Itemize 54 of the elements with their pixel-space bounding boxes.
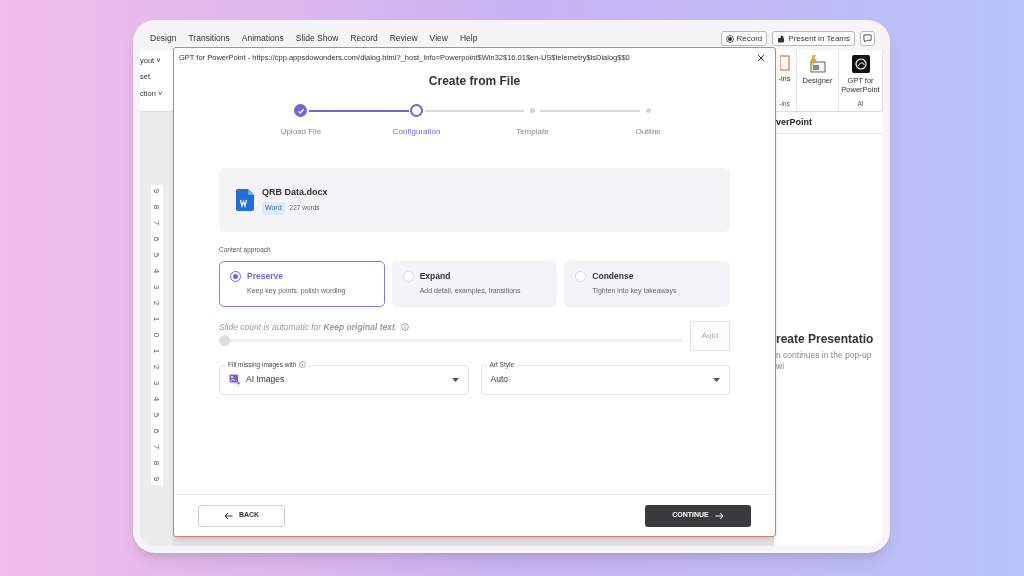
close-icon <box>757 53 765 62</box>
ruler-number: 4 <box>152 396 161 402</box>
step-label: Configuration <box>392 126 441 138</box>
ruler-number: 7 <box>152 220 161 226</box>
ruler-number: 9 <box>152 188 161 194</box>
radio-icon <box>575 270 587 282</box>
record-icon <box>725 34 734 43</box>
ruler-number: 5 <box>152 412 161 418</box>
comment-button[interactable] <box>860 31 875 46</box>
ruler-number: 3 <box>152 380 161 386</box>
menu-item[interactable]: Help <box>459 32 478 45</box>
arrow-left-icon <box>223 511 233 520</box>
arrow-right-icon <box>714 511 724 520</box>
radio-icon <box>402 270 414 282</box>
record-button[interactable]: Record <box>720 31 768 46</box>
teams-icon <box>777 34 786 43</box>
ruler-number: 2 <box>152 300 161 306</box>
word-document-icon <box>236 189 254 211</box>
menu-item[interactable]: Slide Show <box>295 32 339 45</box>
ruler-number: 2 <box>152 364 161 370</box>
ruler-number: 8 <box>152 460 161 466</box>
menu-item[interactable]: Animations <box>241 32 284 45</box>
add-ins-icon <box>779 55 790 71</box>
caret-icon <box>451 377 459 382</box>
designer-icon <box>808 55 827 73</box>
pane-note: n continues in the pop-up wi <box>776 350 873 372</box>
step-label: Outline <box>635 126 661 138</box>
ruler-number: 7 <box>152 444 161 450</box>
ruler-number: 5 <box>152 252 161 258</box>
ruler-number: 8 <box>152 204 161 210</box>
menu-item[interactable]: Review <box>389 32 418 45</box>
gpt-logo-icon <box>851 55 870 73</box>
ruler-number: 0 <box>152 332 161 338</box>
step-label: Template <box>516 126 549 138</box>
file-name: QRB Data.docx <box>262 185 328 199</box>
ruler-number: 1 <box>152 316 161 322</box>
menu-item[interactable]: View <box>429 32 448 45</box>
ruler-number: 3 <box>152 284 161 290</box>
ruler-number: 1 <box>152 348 161 354</box>
present-in-teams-button[interactable]: Present in Teams <box>772 31 855 46</box>
pane-heading: reate Presentatio <box>776 331 875 348</box>
ruler-number: 6 <box>152 428 161 434</box>
menu-item[interactable]: Record <box>350 32 378 45</box>
comment-icon <box>863 34 872 43</box>
caret-icon <box>713 377 720 382</box>
ruler-number: 9 <box>152 476 161 482</box>
menu-item[interactable]: Design <box>150 32 177 45</box>
menu-item[interactable]: Transitions <box>188 32 230 45</box>
slide-count-note: Slide count is automatic for Keep original text. <box>219 320 398 334</box>
ruler-number: 4 <box>152 268 161 274</box>
step-label: Upload File <box>280 126 322 138</box>
dialog-heading: Create from File <box>428 73 521 90</box>
ruler-number: 6 <box>152 236 161 242</box>
info-icon <box>401 323 410 332</box>
